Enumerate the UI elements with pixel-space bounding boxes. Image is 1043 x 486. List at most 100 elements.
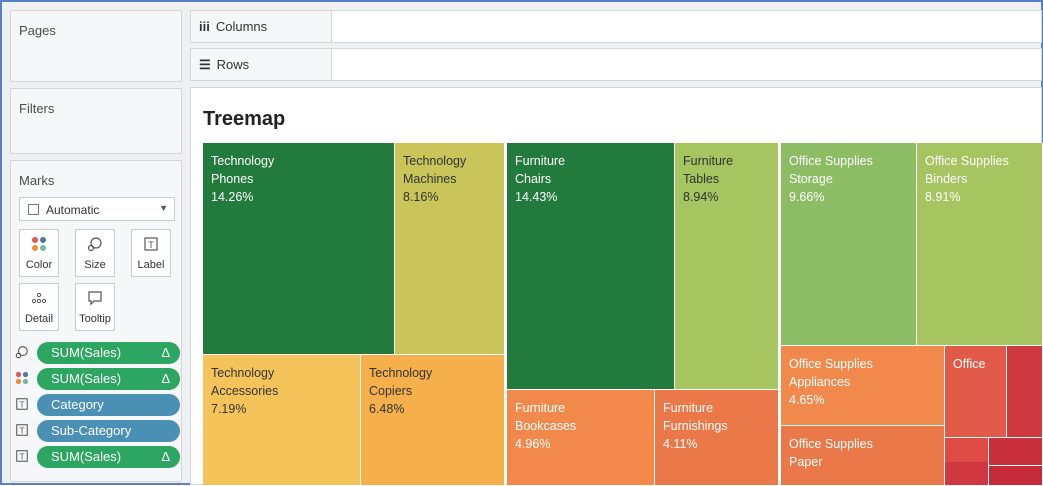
columns-label-text: Columns [215,19,268,34]
sum-sales-size-pill[interactable]: SUM(Sales) Δ [37,342,180,364]
tile-value: 14.26% [211,190,254,204]
treemap-tile[interactable] [945,462,989,486]
treemap-tile[interactable]: Office Supplies Appliances 4.65% [781,346,945,426]
tile-value: 8.91% [925,190,961,204]
tile-category: Office Supplies [789,357,873,371]
tile-category: Office Supplies [789,437,873,451]
label-icon: T [15,449,29,463]
svg-text:T: T [147,241,154,251]
tile-category: Office Supplies [789,154,873,168]
tile-subcategory: Binders [925,172,968,186]
sum-sales-label-pill[interactable]: SUM(Sales) Δ [37,446,180,468]
tile-subcategory: Phones [211,172,254,186]
tile-subcategory: Bookcases [515,419,577,433]
tile-subcategory: Machines [403,172,457,186]
tile-subcategory: Accessories [211,384,279,398]
tile-category: Office [953,357,986,371]
columns-shelf-label: iii Columns [199,19,267,34]
pill-label: SUM(Sales) [51,371,122,386]
viz-title: Treemap [203,108,286,130]
tile-category: Technology [403,154,467,168]
marks-title: Marks [19,173,55,188]
tile-value: 14.43% [515,190,558,204]
treemap-tile[interactable]: Office [945,346,1007,438]
tile-value: 4.96% [515,437,551,451]
pill-label: Sub-Category [51,423,132,438]
treemap-tile[interactable]: Furniture Tables 8.94% [675,143,779,390]
treemap-tile[interactable]: Furniture Bookcases 4.96% [507,390,655,486]
tooltip-icon [76,290,114,309]
tile-value: 8.94% [683,190,719,204]
tile-subcategory: Storage [789,172,833,186]
columns-drop-area[interactable] [331,11,1041,42]
detail-icon [20,290,58,309]
filters-title: Filters [19,101,55,116]
detail-button-label: Detail [24,313,54,325]
rows-label-text: Rows [216,57,250,72]
tile-category: Furniture [663,401,714,415]
label-button[interactable]: T Label [131,229,171,277]
columns-shelf[interactable]: iii Columns [190,10,1042,43]
treemap-tile[interactable]: Office Supplies Binders 8.91% [917,143,1043,346]
tile-category: Technology [211,366,275,380]
tile-subcategory: Tables [683,172,720,186]
treemap-tile[interactable]: Office Supplies Paper [781,426,945,486]
sum-sales-color-pill[interactable]: SUM(Sales) Δ [37,368,180,390]
category-pill[interactable]: Category [37,394,180,416]
sub-category-pill[interactable]: Sub-Category [37,420,180,442]
color-button[interactable]: Color [19,229,59,277]
tile-value: 9.66% [789,190,825,204]
treemap-tile[interactable]: Technology Machines 8.16% [395,143,505,355]
treemap-tile[interactable]: Technology Copiers 6.48% [361,355,505,486]
color-icon [20,236,58,255]
tile-value: 4.11% [663,437,698,451]
treemap-view: Treemap Technology Phones 14.26% Technology… [190,87,1043,486]
treemap-tile[interactable]: Office Supplies Storage 9.66% [781,143,917,346]
treemap-tile[interactable]: Furniture Chairs 14.43% [507,143,675,390]
tile-subcategory: Paper [789,455,823,469]
color-icon [15,371,29,385]
tile-subcategory: Appliances [789,375,851,389]
label-icon: T [15,423,29,437]
tile-category: Furniture [515,401,566,415]
rows-icon: ☰ [199,57,211,72]
mark-type-dropdown[interactable]: Automatic ▼ [19,197,175,221]
mark-type-value: Automatic [46,203,100,217]
tile-subcategory: Furnishings [663,419,728,433]
filters-panel[interactable]: Filters [10,88,182,154]
tile-category: Office Supplies [925,154,1009,168]
tile-category: Technology [211,154,275,168]
tableau-workspace: Pages Filters Marks Automatic ▼ Color Si… [0,0,1043,486]
marks-card: Marks Automatic ▼ Color Size T Label Det… [10,160,182,482]
tooltip-button-label: Tooltip [79,313,111,325]
size-button[interactable]: Size [75,229,115,277]
treemap-tile[interactable]: Furniture Furnishings 4.11% [655,390,779,486]
tile-value: 7.19% [211,402,247,416]
rows-shelf-label: ☰ Rows [199,57,249,73]
tile-value: 8.16% [403,190,439,204]
pill-label: SUM(Sales) [51,345,122,360]
delta-icon: Δ [161,449,170,464]
pill-label: SUM(Sales) [51,449,122,464]
tile-subcategory: Chairs [515,172,552,186]
pages-panel[interactable]: Pages [10,10,182,82]
treemap-tile[interactable]: Technology Accessories 7.19% [203,355,361,486]
tile-category: Furniture [683,154,734,168]
rows-drop-area[interactable] [331,49,1041,80]
chevron-down-icon: ▼ [159,203,168,213]
size-icon [15,345,29,359]
treemap-tile[interactable]: Technology Phones 14.26% [203,143,395,355]
detail-button[interactable]: Detail [19,283,59,331]
delta-icon: Δ [161,371,170,386]
size-button-label: Size [84,259,106,271]
tile-category: Technology [369,366,433,380]
tooltip-button[interactable]: Tooltip [75,283,115,331]
tile-value: 4.65% [789,393,825,407]
rows-shelf[interactable]: ☰ Rows [190,48,1042,81]
treemap-tile[interactable] [989,438,1043,466]
label-button-label: Label [137,259,165,271]
treemap-tile[interactable] [1007,346,1043,438]
color-button-label: Color [25,259,53,271]
pill-label: Category [51,397,104,412]
treemap-tile[interactable] [989,466,1043,486]
